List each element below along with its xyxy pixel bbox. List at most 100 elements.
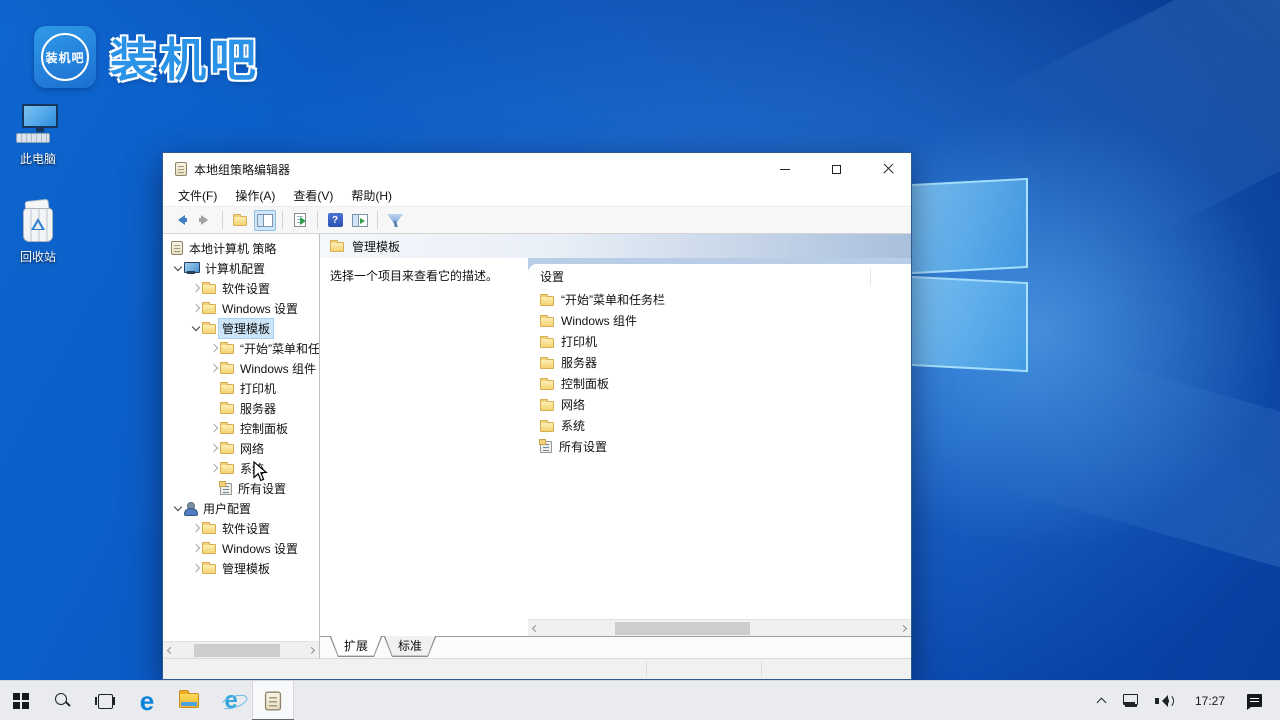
chevron-right-icon[interactable]	[190, 562, 202, 574]
tree-item-label[interactable]: 网络	[237, 439, 267, 458]
tree-item-label[interactable]: 用户配置	[200, 499, 254, 518]
tree-item-label[interactable]: Windows 设置	[219, 539, 301, 558]
list-item-label[interactable]: “开始”菜单和任务栏	[561, 291, 665, 308]
chevron-right-icon[interactable]	[190, 282, 202, 294]
tree-item-label[interactable]: 所有设置	[235, 479, 289, 498]
tree-item-label[interactable]: 软件设置	[219, 279, 273, 298]
tray-expand-button[interactable]	[1089, 681, 1115, 720]
chevron-right-icon[interactable]	[190, 522, 202, 534]
list-item-label[interactable]: 控制面板	[561, 375, 609, 392]
column-header-settings[interactable]: 设置	[528, 264, 911, 289]
list-item[interactable]: 网络	[528, 394, 911, 415]
tree-item[interactable]: 管理模板	[163, 558, 319, 578]
list-item[interactable]: 服务器	[528, 352, 911, 373]
list-item[interactable]: 所有设置	[528, 436, 911, 457]
tree-item[interactable]: 打印机	[163, 378, 319, 398]
scroll-right-icon[interactable]	[896, 620, 911, 636]
tree-item[interactable]: Windows 设置	[163, 298, 319, 318]
menu-action[interactable]: 操作(A)	[226, 185, 284, 206]
tree-item-label[interactable]: Windows 设置	[219, 299, 301, 318]
tree-item[interactable]: 控制面板	[163, 418, 319, 438]
scrollbar-track[interactable]	[543, 620, 896, 636]
new-window-button[interactable]	[349, 210, 371, 231]
chevron-right-icon[interactable]	[190, 302, 202, 314]
gpedit-taskbar-button[interactable]	[252, 681, 294, 720]
tree-item[interactable]: 所有设置	[163, 478, 319, 498]
chevron-down-icon[interactable]	[172, 262, 184, 274]
menu-help[interactable]: 帮助(H)	[342, 185, 401, 206]
maximize-button[interactable]	[814, 153, 859, 185]
tree-item-label[interactable]: Windows 组件	[237, 359, 319, 378]
show-console-tree-button[interactable]	[254, 210, 276, 231]
tree-item-label[interactable]: 管理模板	[219, 319, 273, 338]
tree-item[interactable]: 服务器	[163, 398, 319, 418]
chevron-down-icon[interactable]	[172, 502, 184, 514]
tree-item-label[interactable]: 软件设置	[219, 519, 273, 538]
filter-button[interactable]	[384, 210, 406, 231]
chevron-down-icon[interactable]	[190, 322, 202, 334]
tree-item[interactable]: Windows 组件	[163, 358, 319, 378]
tree-item[interactable]: 用户配置	[163, 498, 319, 518]
tree-item[interactable]: 系统	[163, 458, 319, 478]
tree-item[interactable]: 本地计算机 策略	[163, 238, 319, 258]
scrollbar-thumb[interactable]	[615, 622, 750, 635]
back-button[interactable]	[169, 210, 191, 231]
tree-item[interactable]: Windows 设置	[163, 538, 319, 558]
list-item-label[interactable]: 网络	[561, 396, 585, 413]
tab-standard[interactable]: 标准	[384, 637, 436, 657]
chevron-right-icon[interactable]	[208, 342, 220, 354]
network-tray-button[interactable]	[1115, 681, 1147, 720]
up-one-level-button[interactable]	[229, 210, 251, 231]
desktop-icon-this-pc[interactable]: 此电脑	[0, 104, 76, 167]
tree-item[interactable]: 网络	[163, 438, 319, 458]
tree-item-label[interactable]: 打印机	[237, 379, 279, 398]
chevron-right-icon[interactable]	[190, 542, 202, 554]
help-button[interactable]	[324, 210, 346, 231]
list-item-label[interactable]: 所有设置	[559, 438, 607, 455]
tree-item[interactable]: “开始”菜单和任务栏	[163, 338, 319, 358]
scroll-left-icon[interactable]	[528, 620, 543, 636]
edge-button[interactable]: e	[126, 681, 168, 720]
tree-item[interactable]: 软件设置	[163, 518, 319, 538]
list-item-label[interactable]: 打印机	[561, 333, 597, 350]
scrollbar-thumb[interactable]	[194, 644, 280, 657]
forward-button[interactable]	[194, 210, 216, 231]
tab-extended[interactable]: 扩展	[330, 637, 382, 657]
export-list-button[interactable]	[289, 210, 311, 231]
task-view-button[interactable]	[84, 681, 126, 720]
file-explorer-button[interactable]	[168, 681, 210, 720]
tree-item-label[interactable]: 管理模板	[219, 559, 273, 578]
list-item[interactable]: 打印机	[528, 331, 911, 352]
tree-item[interactable]: 软件设置	[163, 278, 319, 298]
tree-horizontal-scrollbar[interactable]	[163, 641, 319, 658]
tree-item-label[interactable]: “开始”菜单和任务栏	[237, 339, 319, 358]
list-horizontal-scrollbar[interactable]	[528, 619, 911, 636]
tree-item[interactable]: 计算机配置	[163, 258, 319, 278]
start-button[interactable]	[0, 681, 42, 720]
tree-item-label[interactable]: 本地计算机 策略	[186, 239, 279, 258]
scrollbar-track[interactable]	[178, 642, 304, 658]
volume-tray-button[interactable]	[1147, 681, 1181, 720]
chevron-right-icon[interactable]	[208, 362, 220, 374]
scroll-right-icon[interactable]	[304, 642, 319, 658]
list-item-label[interactable]: Windows 组件	[561, 312, 637, 329]
list-item-label[interactable]: 服务器	[561, 354, 597, 371]
tree-item-label[interactable]: 计算机配置	[202, 259, 268, 278]
tree-item-label[interactable]: 服务器	[237, 399, 279, 418]
action-center-button[interactable]	[1239, 681, 1270, 720]
chevron-right-icon[interactable]	[208, 442, 220, 454]
scroll-left-icon[interactable]	[163, 642, 178, 658]
chevron-right-icon[interactable]	[208, 462, 220, 474]
list-item-label[interactable]: 系统	[561, 417, 585, 434]
menu-file[interactable]: 文件(F)	[169, 185, 226, 206]
close-button[interactable]	[866, 153, 911, 185]
ie-button[interactable]: e	[210, 681, 252, 720]
list-item[interactable]: 控制面板	[528, 373, 911, 394]
titlebar[interactable]: 本地组策略编辑器	[163, 153, 911, 185]
minimize-button[interactable]	[762, 153, 807, 185]
list-item[interactable]: Windows 组件	[528, 310, 911, 331]
search-button[interactable]	[42, 681, 84, 720]
tree-item[interactable]: 管理模板	[163, 318, 319, 338]
list-item[interactable]: 系统	[528, 415, 911, 436]
list-item[interactable]: “开始”菜单和任务栏	[528, 289, 911, 310]
